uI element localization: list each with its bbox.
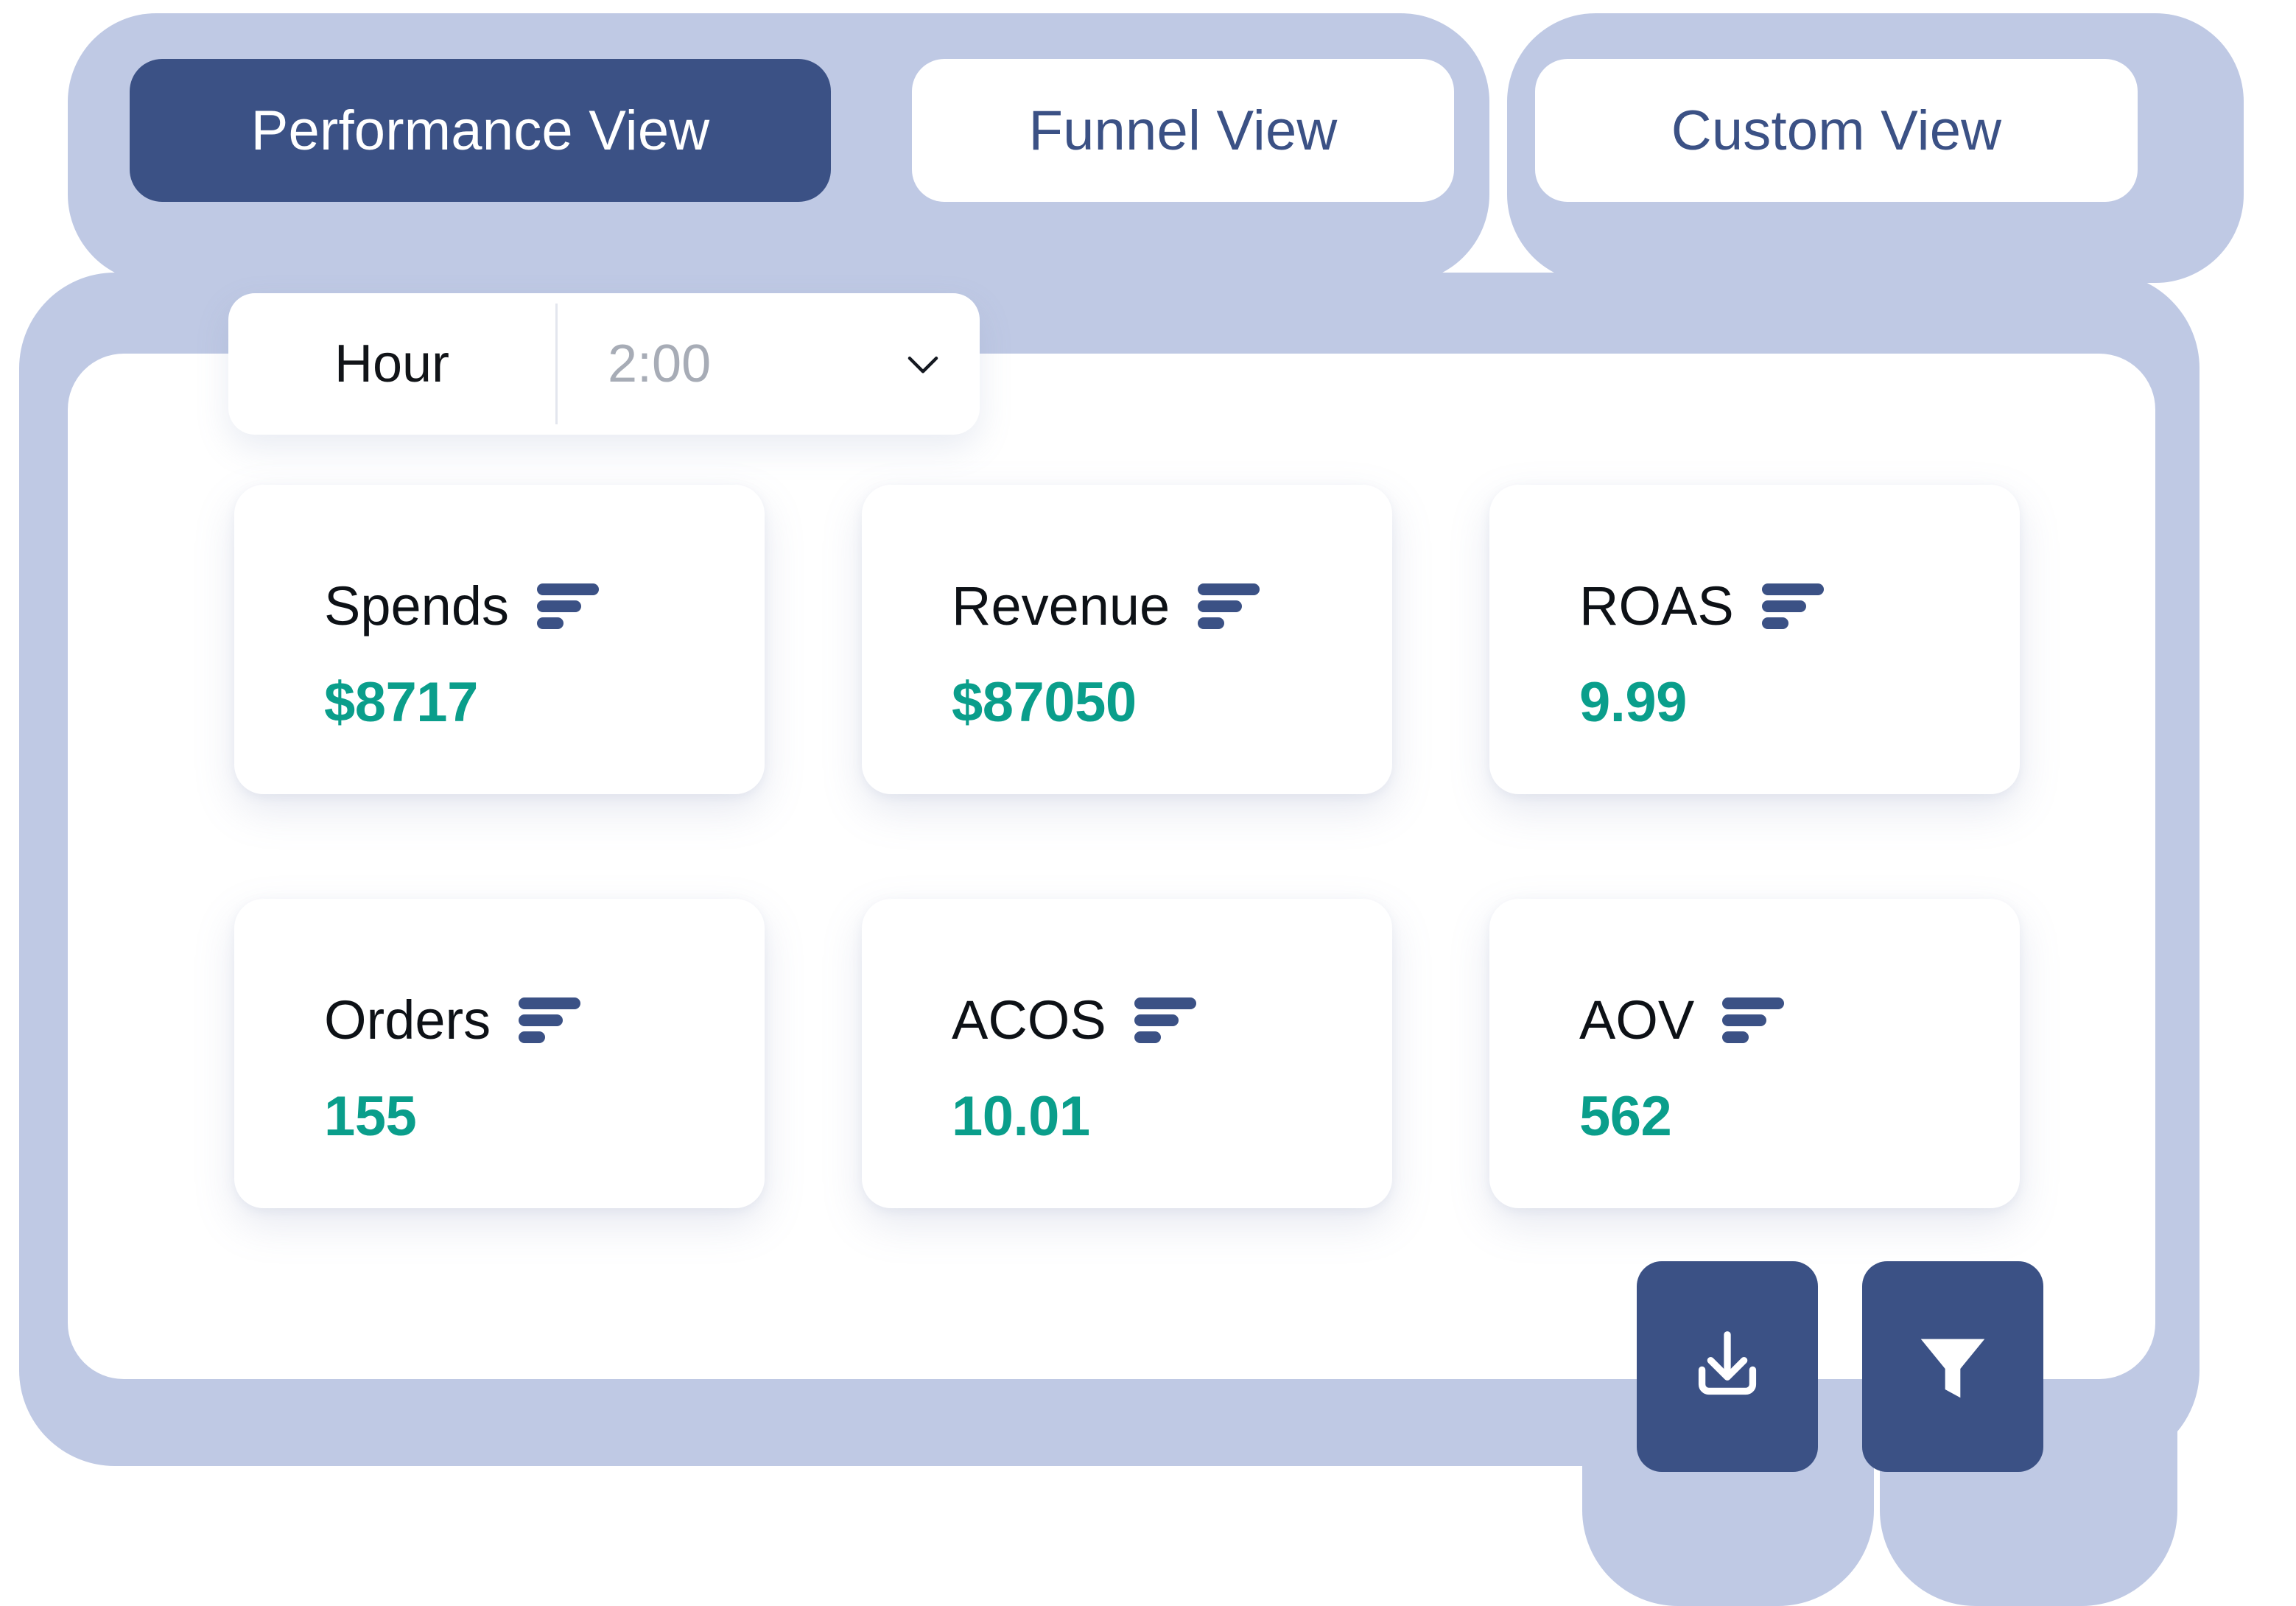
tab-custom-view-label: Custom View — [1671, 99, 2002, 162]
download-icon — [1698, 1331, 1757, 1395]
metric-card-header: Revenue — [952, 579, 1392, 634]
metric-card-value: 155 — [324, 1085, 417, 1148]
metric-card-header: Spends — [324, 579, 765, 634]
metric-card-title: Orders — [324, 989, 491, 1051]
filter-button[interactable] — [1862, 1261, 2043, 1472]
metric-card-roas[interactable]: ROAS 9.99 — [1489, 485, 2020, 794]
bar-chart-icon — [536, 583, 599, 629]
view-tabs: Performance View Funnel View Custom View — [130, 59, 2138, 202]
dashboard-canvas: Performance View Funnel View Custom View… — [0, 0, 2296, 1606]
metric-card-acos[interactable]: ACOS 10.01 — [862, 899, 1392, 1208]
bar-chart-icon — [1134, 997, 1196, 1043]
tab-custom-view[interactable]: Custom View — [1535, 59, 2138, 202]
hour-selector-field[interactable]: 2:00 — [558, 293, 980, 435]
metric-card-spends[interactable]: Spends $8717 — [234, 485, 765, 794]
metric-card-title: ACOS — [952, 989, 1106, 1051]
tab-funnel-view-label: Funnel View — [1028, 99, 1338, 162]
metric-card-header: Orders — [324, 993, 765, 1048]
bar-chart-icon — [1761, 583, 1824, 629]
metric-card-orders[interactable]: Orders 155 — [234, 899, 765, 1208]
hour-selector-label: Hour — [334, 334, 450, 393]
metric-card-title: Spends — [324, 575, 509, 637]
metric-card-header: ROAS — [1579, 579, 2020, 634]
metric-card-header: ACOS — [952, 993, 1392, 1048]
metric-card-header: AOV — [1579, 993, 2020, 1048]
bar-chart-icon — [519, 997, 581, 1043]
tab-funnel-view[interactable]: Funnel View — [912, 59, 1454, 202]
hour-selector-value: 2:00 — [608, 334, 712, 393]
panel-actions — [1637, 1261, 2043, 1472]
metric-card-value: $87050 — [952, 671, 1137, 734]
bar-chart-icon — [1198, 583, 1260, 629]
metric-card-grid: Spends $8717 Revenue $87050 ROAS 9.99 Or… — [234, 485, 2020, 1208]
hour-selector[interactable]: Hour 2:00 — [228, 293, 980, 435]
metric-card-value: 9.99 — [1579, 671, 1687, 734]
tab-performance-view-label: Performance View — [250, 99, 710, 162]
chevron-down-icon[interactable] — [900, 341, 946, 387]
metric-card-value: 562 — [1579, 1085, 1672, 1148]
metric-card-aov[interactable]: AOV 562 — [1489, 899, 2020, 1208]
metric-card-title: AOV — [1579, 989, 1695, 1051]
download-button[interactable] — [1637, 1261, 1818, 1472]
metric-card-revenue[interactable]: Revenue $87050 — [862, 485, 1392, 794]
tab-performance-view[interactable]: Performance View — [130, 59, 831, 202]
metric-card-value: 10.01 — [952, 1085, 1090, 1148]
metric-card-value: $8717 — [324, 671, 478, 734]
metric-card-title: ROAS — [1579, 575, 1734, 637]
bar-chart-icon — [1722, 997, 1785, 1043]
filter-funnel-icon — [1920, 1339, 1985, 1398]
metric-card-title: Revenue — [952, 575, 1170, 637]
